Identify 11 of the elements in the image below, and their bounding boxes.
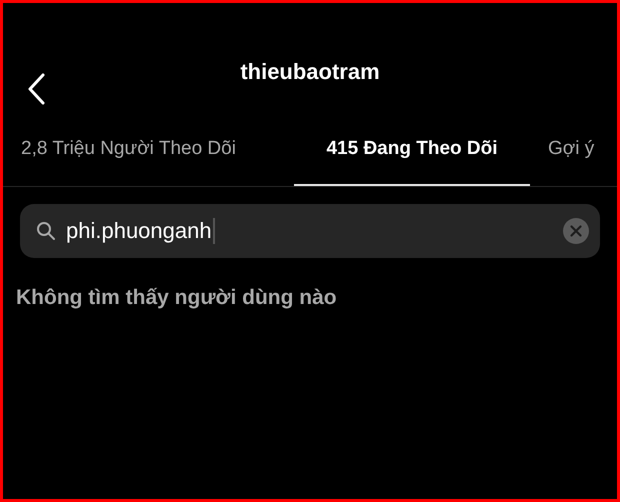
- search-query: phi.phuonganh: [66, 218, 212, 244]
- tab[interactable]: 415 Đang Theo Dõi: [294, 113, 530, 186]
- back-icon[interactable]: [27, 73, 45, 105]
- clear-icon[interactable]: [563, 218, 589, 244]
- tab[interactable]: 2,8 Triệu Người Theo Dõi: [3, 113, 294, 186]
- tab[interactable]: Gợi ý: [530, 113, 612, 186]
- text-cursor: [212, 218, 215, 244]
- search-icon: [36, 221, 56, 241]
- profile-username: thieubaotram: [240, 59, 380, 85]
- no-results-message: Không tìm thấy người dùng nào: [16, 286, 338, 310]
- search-field[interactable]: phi.phuonganh: [20, 204, 600, 258]
